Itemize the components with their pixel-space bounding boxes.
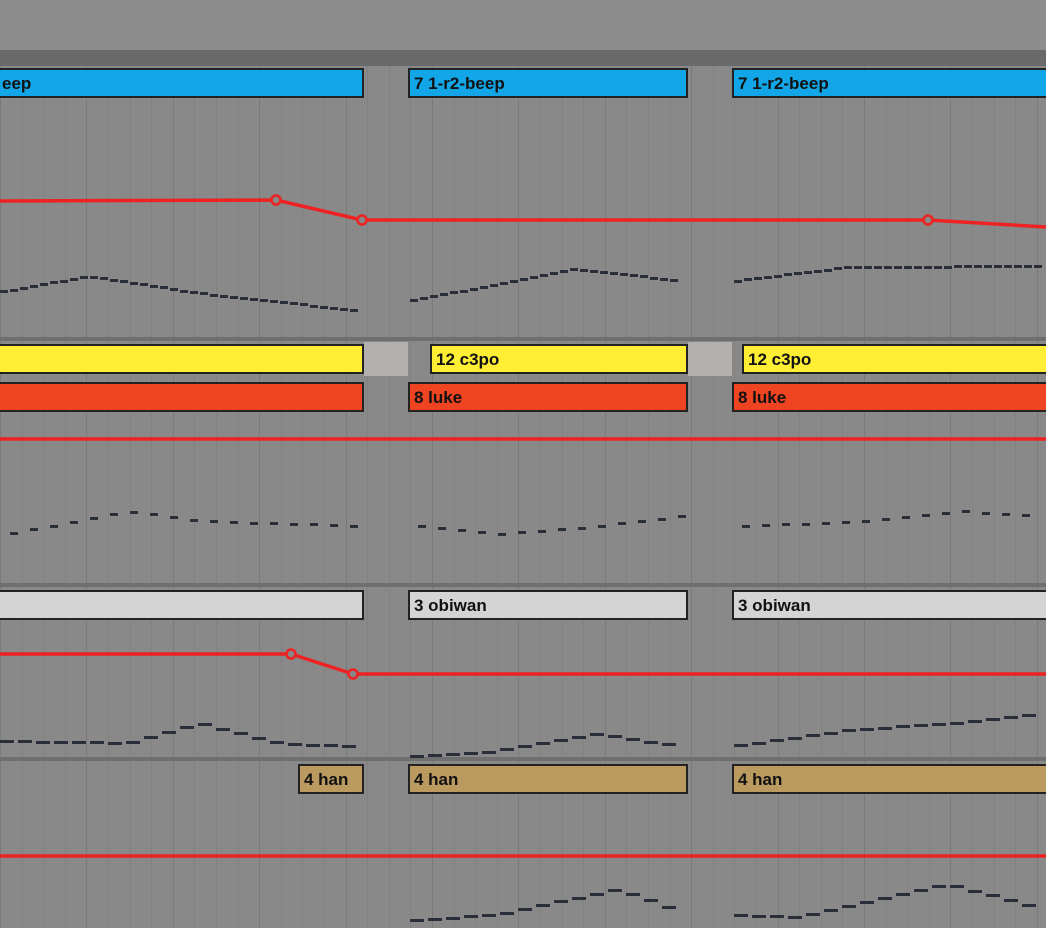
automation-breakpoint[interactable] [356, 214, 368, 226]
clip-label: 3 obiwan [738, 596, 811, 615]
automation-breakpoint[interactable] [347, 668, 359, 680]
clip-label: 12 c3po [748, 350, 812, 369]
clip-luke[interactable]: 8 luke [408, 382, 688, 412]
clip-label: 12 c3po [436, 350, 500, 369]
ruler-divider [0, 50, 1046, 66]
clip-c3po[interactable]: 12 c3po [742, 344, 1046, 374]
automation-breakpoint[interactable] [285, 648, 297, 660]
clip-label: 8 luke [738, 388, 787, 407]
track-divider [0, 757, 1046, 761]
timeline-ruler[interactable] [0, 0, 1046, 50]
clip-r2-beep[interactable]: eep [0, 68, 364, 98]
clip-obiwan[interactable] [0, 590, 364, 620]
clip-han[interactable]: 4 han [408, 764, 688, 794]
clip-label: eep [2, 74, 32, 93]
automation-breakpoint[interactable] [922, 214, 934, 226]
clip-luke[interactable]: 8 luke [732, 382, 1046, 412]
clip-label: 8 luke [414, 388, 463, 407]
clip-c3po[interactable]: 12 c3po [430, 344, 688, 374]
clip-han[interactable]: 4 han [732, 764, 1046, 794]
track-divider [0, 337, 1046, 341]
c3po-lane-gap [688, 342, 732, 376]
clip-label: 4 han [414, 770, 459, 789]
arrangement-view[interactable]: eep 7 1-r2-beep 7 1-r2-beep 12 c3po 12 c… [0, 0, 1046, 928]
clip-obiwan[interactable]: 3 obiwan [408, 590, 688, 620]
clip-r2-beep[interactable]: 7 1-r2-beep [408, 68, 688, 98]
clip-obiwan[interactable]: 3 obiwan [732, 590, 1046, 620]
c3po-lane-gap [364, 342, 408, 376]
automation-breakpoint[interactable] [270, 194, 282, 206]
clip-luke[interactable] [0, 382, 364, 412]
clip-label: 7 1-r2-beep [414, 74, 505, 93]
clip-label: 7 1-r2-beep [738, 74, 829, 93]
clip-r2-beep[interactable]: 7 1-r2-beep [732, 68, 1046, 98]
track-divider [0, 583, 1046, 587]
clip-label: 4 han [738, 770, 783, 789]
clip-label: 4 han [304, 770, 349, 789]
clip-han[interactable]: 4 han [298, 764, 364, 794]
clip-c3po[interactable] [0, 344, 364, 374]
clip-label: 3 obiwan [414, 596, 487, 615]
